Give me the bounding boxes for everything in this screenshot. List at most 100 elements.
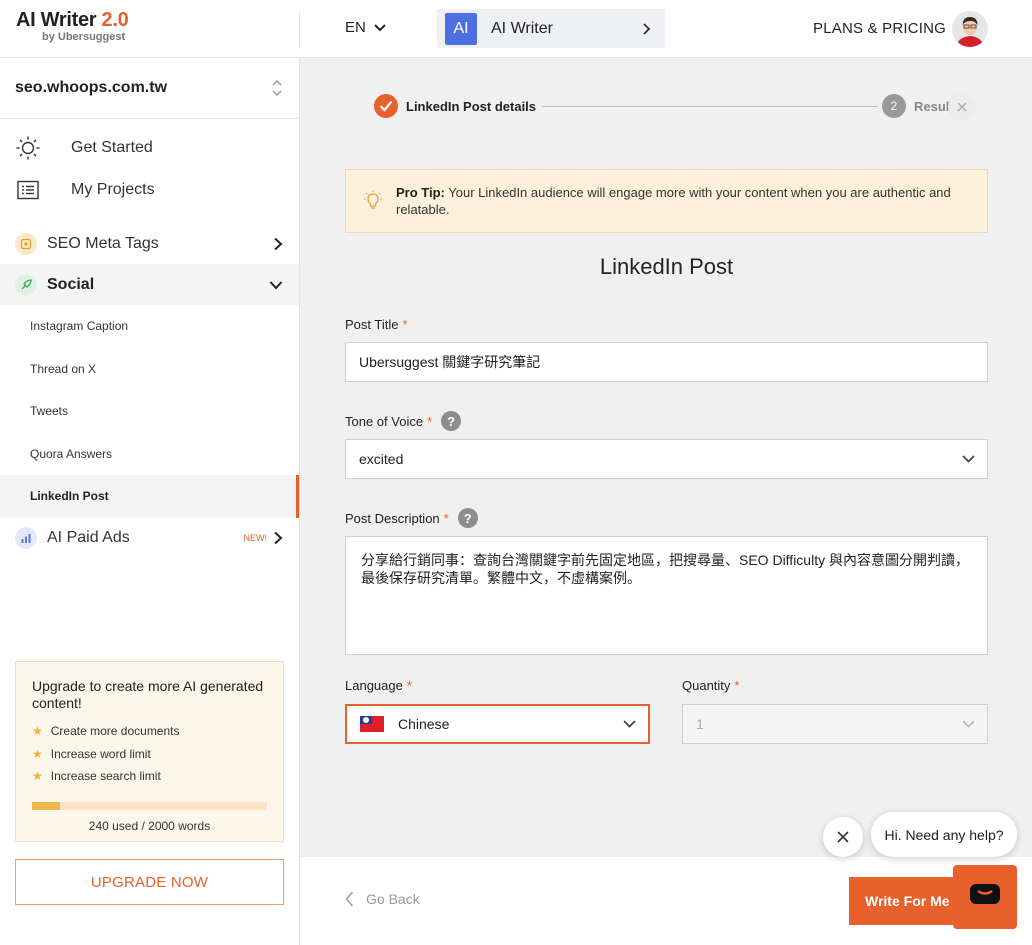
header-divider — [299, 12, 300, 46]
top-header: AI Writer 2.0 by Ubersuggest EN AI AI Wr… — [0, 0, 1032, 58]
required-mark: * — [427, 413, 433, 429]
star-icon: ★ — [32, 746, 43, 761]
chevron-down-icon — [962, 455, 975, 463]
tool-switcher[interactable]: AI AI Writer — [437, 9, 665, 48]
avatar-image — [952, 11, 988, 47]
chat-dismiss-button[interactable] — [823, 817, 863, 857]
chat-greeting-bubble[interactable]: Hi. Need any help? — [871, 812, 1017, 857]
sidebar-group-label: AI Paid Ads — [47, 529, 130, 546]
pro-tip-banner: Pro Tip: Your LinkedIn audience will eng… — [345, 169, 988, 233]
tool-name: AI Writer — [491, 19, 553, 37]
sidebar-group-label: Social — [47, 275, 95, 293]
post-title-label: Post Title * — [345, 317, 408, 332]
sidebar-group-label: SEO Meta Tags — [47, 234, 159, 252]
ai-badge-icon: AI — [445, 12, 477, 45]
tone-value: excited — [359, 451, 404, 467]
star-icon: ★ — [32, 724, 43, 739]
required-mark: * — [406, 678, 412, 693]
required-mark: * — [734, 678, 740, 693]
logo-title: AI Writer — [16, 9, 97, 31]
sidebar-item-my-projects[interactable]: My Projects — [0, 169, 299, 211]
benefit-item: ★ Increase word limit — [32, 746, 151, 761]
help-icon[interactable]: ? — [441, 411, 462, 431]
language-select[interactable]: Chinese — [345, 704, 650, 744]
post-description-label: Post Description *? — [345, 508, 478, 528]
logo-subtitle: by Ubersuggest — [42, 31, 126, 43]
step-number: 2 — [882, 94, 906, 118]
step-details: LinkedIn Post details — [374, 94, 536, 118]
upgrade-promo: Upgrade to create more AI generated cont… — [15, 661, 284, 842]
chevron-right-icon — [274, 531, 283, 545]
chevron-down-icon — [623, 720, 636, 728]
sidebar-subitem-instagram-caption[interactable]: Instagram Caption — [0, 305, 299, 348]
go-back-button[interactable]: Go Back — [345, 891, 420, 907]
rocket-icon — [15, 273, 37, 296]
language-label: Language * — [345, 678, 412, 693]
new-badge: NEW! — [243, 533, 268, 543]
progress-stepper: LinkedIn Post details 2 Results — [374, 94, 974, 120]
chevron-right-icon — [274, 237, 283, 250]
sidebar-group-ai-paid-ads[interactable]: AI Paid Ads NEW! — [0, 518, 299, 559]
app-logo[interactable]: AI Writer 2.0 by Ubersuggest — [16, 9, 129, 43]
plans-pricing-link[interactable]: PLANS & PRICING — [813, 20, 946, 37]
sidebar-item-get-started[interactable]: Get Started — [0, 127, 299, 169]
pro-tip-label: Pro Tip: — [396, 185, 445, 200]
close-icon — [837, 831, 849, 843]
benefit-item: ★ Create more documents — [32, 724, 180, 739]
language-label: EN — [345, 19, 366, 36]
lightbulb-icon — [364, 190, 382, 209]
step-connector — [542, 106, 877, 107]
upgrade-benefits: ★ Create more documents ★ Increase word li… — [32, 720, 267, 788]
user-avatar[interactable] — [952, 11, 988, 47]
required-mark: * — [402, 317, 408, 332]
chevron-down-icon — [374, 23, 386, 31]
sidebar-group-seo-meta-tags[interactable]: SEO Meta Tags — [0, 223, 299, 264]
chevron-down-icon — [269, 280, 283, 289]
chevron-right-icon — [643, 22, 651, 35]
tag-icon — [15, 232, 37, 255]
usage-progress-fill — [32, 801, 61, 810]
sidebar-subitem-tweets[interactable]: Tweets — [0, 390, 299, 433]
quantity-label: Quantity * — [682, 678, 740, 693]
upgrade-title: Upgrade to create more AI generated cont… — [32, 678, 264, 711]
check-icon — [374, 94, 398, 118]
tone-of-voice-select[interactable]: excited — [345, 439, 988, 479]
quantity-value: 1 — [696, 716, 704, 732]
tone-of-voice-label: Tone of Voice *? — [345, 411, 462, 431]
sidebar-item-label: Get Started — [71, 139, 153, 156]
sidebar-subitem-linkedin-post[interactable]: LinkedIn Post — [0, 475, 299, 518]
language-value: Chinese — [398, 716, 450, 732]
form-title: LinkedIn Post — [599, 254, 734, 279]
required-mark: * — [443, 510, 449, 526]
usage-progress-bar — [32, 801, 267, 810]
help-icon[interactable]: ? — [457, 508, 478, 528]
usage-text: 240 used / 2000 words — [88, 818, 211, 833]
step-label: LinkedIn Post details — [406, 98, 537, 114]
sidebar: seo.whoops.com.tw Get Started My Project… — [0, 58, 300, 945]
sidebar-group-social[interactable]: Social — [0, 264, 299, 305]
sidebar-subitem-quora-answers[interactable]: Quora Answers — [0, 433, 299, 476]
quantity-select[interactable]: 1 — [682, 704, 988, 744]
pro-tip-body: Your LinkedIn audience will engage more … — [396, 185, 951, 217]
language-selector[interactable]: EN — [345, 19, 386, 36]
go-back-label: Go Back — [366, 891, 420, 907]
chevron-left-icon — [345, 891, 354, 907]
star-icon: ★ — [32, 769, 43, 784]
main-content: LinkedIn Post details 2 Results Pro Tip:… — [300, 58, 1032, 857]
logo-version: 2.0 — [101, 9, 129, 31]
post-title-input[interactable]: Ubersuggest 關鍵字研究筆記 — [345, 342, 988, 382]
post-description-textarea[interactable]: 分享給行銷同事：查詢台灣關鍵字前先固定地區，把搜尋量、SEO Difficult… — [345, 536, 988, 655]
close-icon[interactable] — [948, 93, 976, 121]
site-name: seo.whoops.com.tw — [15, 79, 168, 96]
list-icon — [15, 177, 41, 203]
sidebar-item-label: My Projects — [71, 181, 155, 198]
pro-tip-text: Pro Tip: Your LinkedIn audience will eng… — [396, 184, 967, 218]
sidebar-subitem-thread-on-x[interactable]: Thread on X — [0, 348, 299, 391]
chat-icon — [970, 884, 1000, 904]
chat-launcher-button[interactable] — [953, 865, 1017, 929]
site-selector[interactable]: seo.whoops.com.tw — [0, 58, 299, 119]
sort-updown-icon — [272, 79, 282, 97]
upgrade-now-button[interactable]: UPGRADE NOW — [15, 859, 284, 905]
sun-icon — [15, 135, 41, 161]
chart-icon — [15, 527, 37, 549]
